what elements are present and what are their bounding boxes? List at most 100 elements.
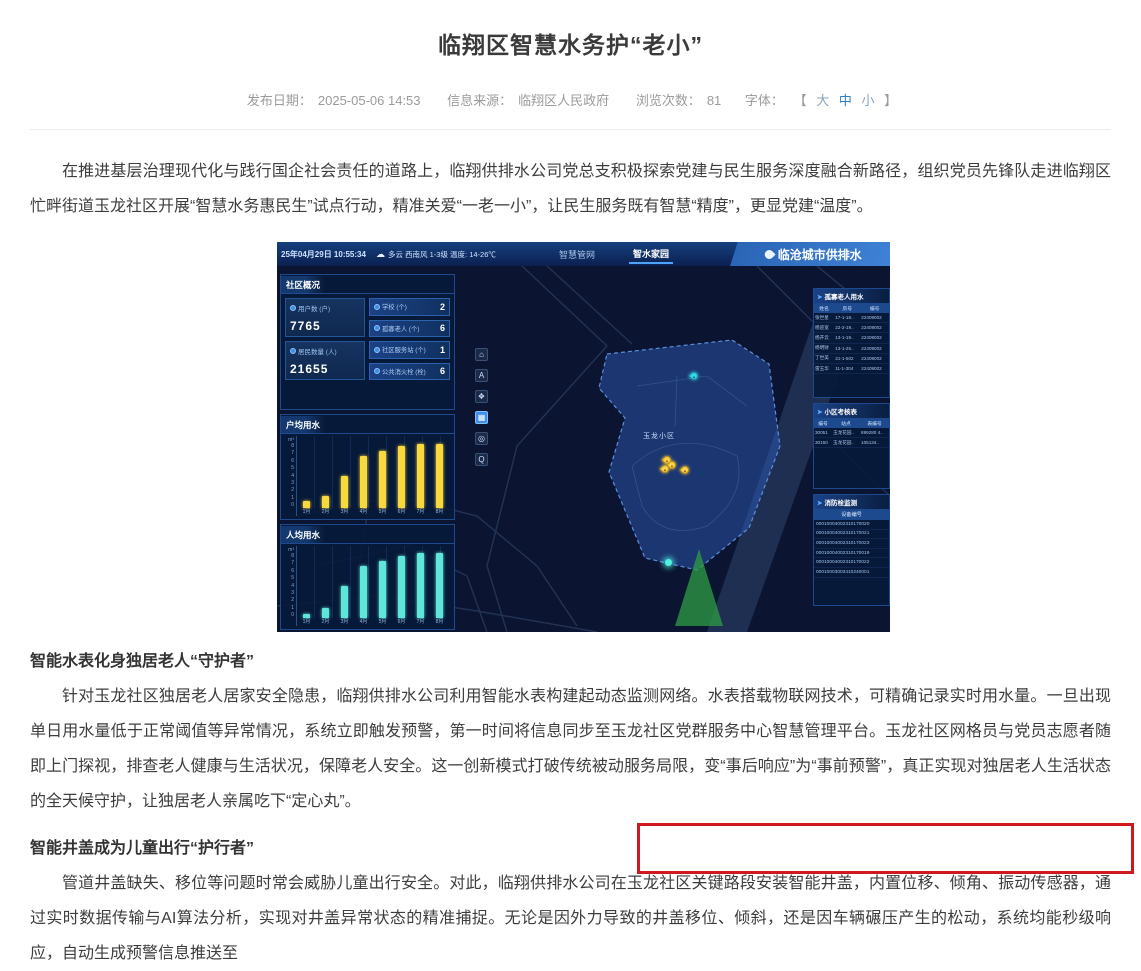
- stat-hydrants: 公共消火栓 (栓) 6: [369, 363, 450, 381]
- publish-date-label: 发布日期：: [247, 93, 312, 108]
- x-tick-label: 8月: [436, 618, 444, 626]
- font-size-small-button[interactable]: 小: [861, 93, 874, 108]
- bar: [322, 608, 329, 618]
- percapita-water-chart-panel: 人均用水 m³876543210 1月2月3月4月5月6月7月8月: [280, 524, 455, 630]
- bar: [417, 553, 424, 618]
- x-tick-label: 1月: [303, 508, 311, 516]
- household-water-chart-panel: 户均用水 m³876543210 1月2月3月4月5月6月7月8月: [280, 414, 455, 520]
- bracket-close: 】: [884, 93, 897, 108]
- list-item[interactable]: 00010004002310170021: [814, 530, 889, 540]
- bar: [360, 456, 367, 508]
- bar-column: 7月: [412, 436, 430, 516]
- chevron-right-icon: ➤: [817, 409, 822, 416]
- bar-column: 1月: [298, 546, 316, 626]
- source-value: 临翔区人民政府: [518, 93, 609, 108]
- table-row[interactable]: 杨迎宽22-2-19..22409002: [814, 323, 889, 333]
- y-tick-label: 7: [291, 560, 294, 566]
- x-tick-label: 3月: [341, 618, 349, 626]
- compass-icon[interactable]: ◎: [475, 432, 488, 445]
- label-a-icon[interactable]: A: [475, 369, 488, 382]
- tab-smart-water-home[interactable]: 智水家园: [629, 245, 673, 264]
- table-row[interactable]: 杨开云13-1-19..22409002: [814, 333, 889, 343]
- section-heading-water-meter: 智能水表化身独居老人“守护者”: [30, 644, 1111, 679]
- stat-schools: 学校 (个) 2: [369, 298, 450, 316]
- y-tick-label: 3: [291, 480, 294, 486]
- y-tick-label: 4: [291, 583, 294, 589]
- bar-column: 4月: [355, 546, 373, 626]
- percapita-chart-title: 人均用水: [281, 526, 325, 543]
- list-item[interactable]: 00010004002310170022: [814, 558, 889, 568]
- x-tick-label: 8月: [436, 508, 444, 516]
- stat-residents: 居民数量 (人) 21655: [285, 341, 365, 380]
- source-label: 信息来源：: [447, 93, 512, 108]
- household-chart-title: 户均用水: [281, 416, 325, 433]
- home-icon[interactable]: ⌂: [475, 348, 488, 361]
- search-icon[interactable]: Q: [475, 453, 488, 466]
- table-row[interactable]: 30150玉龙花园..105134..: [814, 438, 889, 448]
- map-area-label: 玉龙小区: [643, 431, 675, 441]
- dashboard-image: 25年04月29日 10:55:34 ☁多云 西南风 1-3级 温度: 14-2…: [277, 242, 890, 632]
- y-tick-label: 5: [291, 575, 294, 581]
- y-tick-label: 2: [291, 487, 294, 493]
- bar: [436, 444, 443, 508]
- x-tick-label: 7月: [417, 508, 425, 516]
- bar: [303, 501, 310, 508]
- list-item[interactable]: 00010003003410240001: [814, 568, 889, 578]
- bar: [322, 496, 329, 508]
- page-title: 临翔区智慧水务护“老小”: [30, 0, 1111, 60]
- table-row[interactable]: 丁世美21-1-50222409002: [814, 353, 889, 363]
- table-row[interactable]: 张世星17-1-18..22409002: [814, 313, 889, 323]
- y-tick-label: 2: [291, 597, 294, 603]
- users-stat-icon: [290, 305, 296, 311]
- views-value: 81: [707, 93, 721, 108]
- font-size-large-button[interactable]: 大: [816, 93, 829, 108]
- article-meta: 发布日期：2025-05-06 14:53 信息来源：临翔区人民政府 浏览次数：…: [30, 90, 1111, 130]
- x-tick-label: 5月: [379, 618, 387, 626]
- y-tick-label: 6: [291, 458, 294, 464]
- elderly-stat-icon: [374, 325, 380, 331]
- school-stat-icon: [374, 304, 380, 310]
- hydrant-stat-icon: [374, 368, 380, 374]
- x-tick-label: 5月: [379, 508, 387, 516]
- list-item[interactable]: 00010004002310170020: [814, 520, 889, 530]
- bar-column: 5月: [374, 436, 392, 516]
- bar: [436, 553, 443, 618]
- layers-icon[interactable]: ▦: [475, 411, 488, 424]
- left-panel-column: 社区概况 用户数 (户) 7765 居民数量 (人) 21655: [280, 274, 455, 630]
- bar: [341, 586, 348, 618]
- y-tick-label: 6: [291, 568, 294, 574]
- font-size-medium-button[interactable]: 中: [839, 93, 852, 108]
- x-tick-label: 2月: [322, 618, 330, 626]
- brand-name: 临沧城市供排水: [778, 246, 862, 263]
- assessment-panel: ➤小区考核表 编号 站点 表编号 30051玉龙花园..899280 4.. 3…: [813, 403, 890, 489]
- stat-users: 用户数 (户) 7765: [285, 298, 365, 337]
- x-tick-label: 4月: [360, 508, 368, 516]
- x-tick-label: 4月: [360, 618, 368, 626]
- publish-date-value: 2025-05-06 14:53: [318, 93, 421, 108]
- bar: [360, 566, 367, 618]
- pan-hand-icon[interactable]: ❖: [475, 390, 488, 403]
- chevron-right-icon: ➤: [817, 294, 822, 301]
- section-paragraph-water-meter: 针对玉龙社区独居老人居家安全隐患，临翔供排水公司利用智能水表构建起动态监测网络。…: [30, 679, 1111, 819]
- assessment-table: 编号 站点 表编号 30051玉龙花园..899280 4.. 30150玉龙花…: [814, 418, 889, 448]
- bar-column: 2月: [317, 436, 335, 516]
- bar-column: 4月: [355, 436, 373, 516]
- community-panel-title: 社区概况: [281, 276, 325, 293]
- hydrant-column-header: 设备编号: [814, 509, 889, 520]
- y-tick-label: 1: [291, 605, 294, 611]
- y-ticks: 876543210: [291, 443, 294, 508]
- tab-smart-pipeline[interactable]: 智慧管网: [555, 246, 599, 263]
- table-row[interactable]: 30051玉龙花园..899280 4..: [814, 428, 889, 438]
- y-ticks: 876543210: [291, 553, 294, 618]
- bars: 1月2月3月4月5月6月7月8月: [296, 546, 449, 626]
- table-row[interactable]: 雷玉华11-1-30422409002: [814, 363, 889, 373]
- list-item[interactable]: 00010004002310170019: [814, 549, 889, 559]
- bar: [379, 561, 386, 618]
- list-item[interactable]: 00010004002310170023: [814, 539, 889, 549]
- y-tick-label: 5: [291, 465, 294, 471]
- bar-column: 3月: [336, 546, 354, 626]
- bar-column: 6月: [393, 546, 411, 626]
- section-heading-manhole: 智能井盖成为儿童出行“护行者”: [30, 831, 1111, 866]
- table-row[interactable]: 杨明财13-1-26..22409002: [814, 343, 889, 353]
- dashboard-datetime: 25年04月29日 10:55:34: [281, 249, 366, 260]
